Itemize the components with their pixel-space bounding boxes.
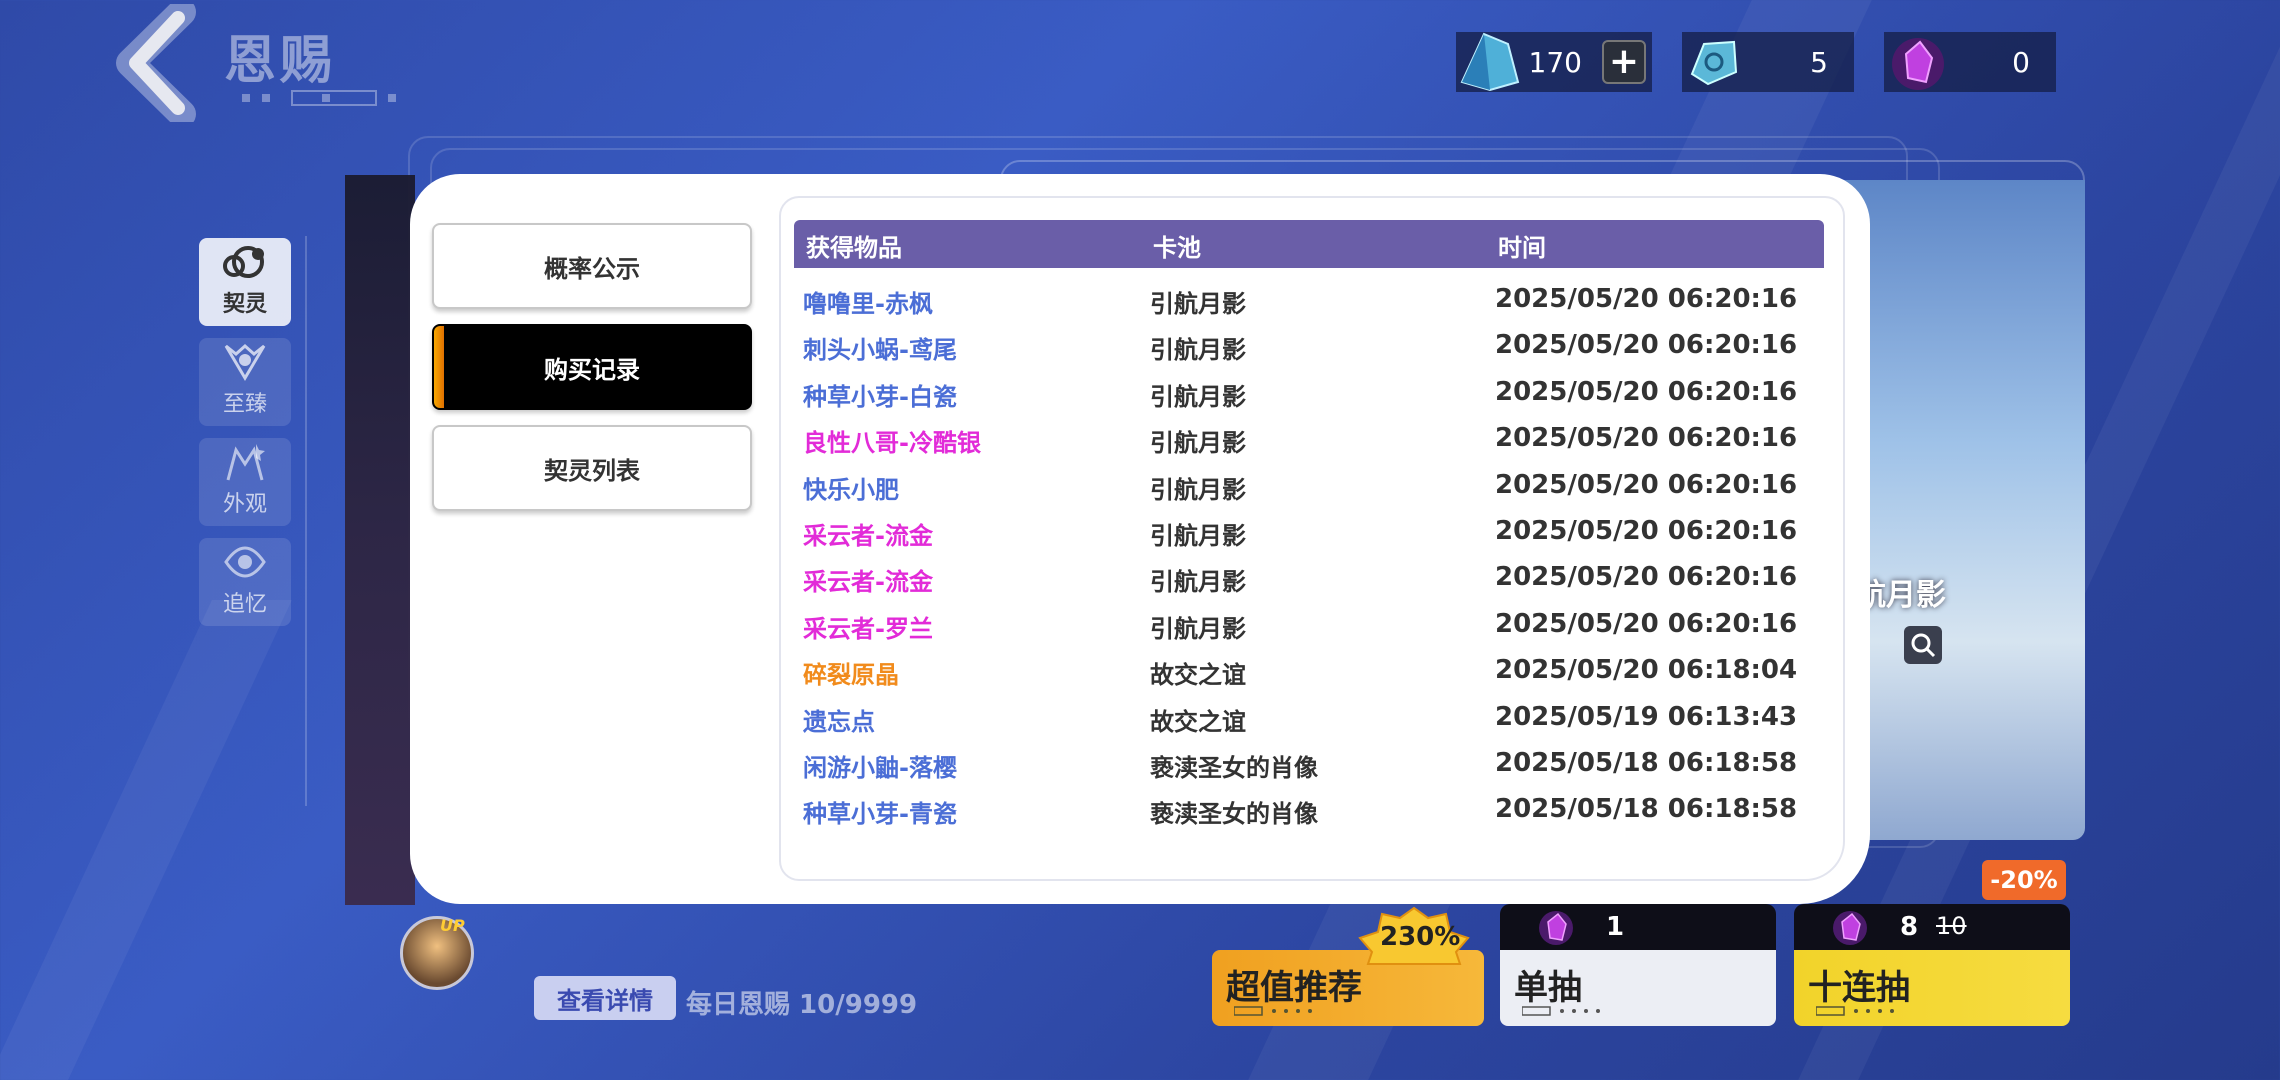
title-decoration xyxy=(242,90,396,106)
row-pool-name: 亵渎圣女的肖像 xyxy=(1150,754,1318,782)
row-item-name: 闲游小鼬-落樱 xyxy=(803,754,957,782)
row-time: 2025/05/20 06:18:04 xyxy=(1495,655,1798,686)
row-item-name: 种草小芽-白瓷 xyxy=(803,382,957,411)
row-pool-name: 引航月影 xyxy=(1150,614,1246,643)
row-time: 2025/05/20 06:20:16 xyxy=(1495,469,1798,500)
recommend-badge: 230% xyxy=(1380,922,1461,952)
row-time: 2025/05/20 06:20:16 xyxy=(1495,423,1798,454)
ten-pull-cost-value: 8 xyxy=(1900,912,1919,942)
table-row[interactable]: 良性八哥-冷酷银 引航月影 2025/05/20 06:20:16 xyxy=(0,423,2280,469)
shard-count: 5 xyxy=(1810,45,1828,79)
row-time: 2025/05/18 06:18:58 xyxy=(1495,794,1798,825)
row-item-name: 噜噜里-赤枫 xyxy=(803,290,933,318)
row-time: 2025/05/18 06:18:58 xyxy=(1495,748,1798,778)
table-row[interactable]: 种草小芽-白瓷 引航月影 2025/05/20 06:20:16 xyxy=(0,377,2280,423)
row-item-name: 刺头小蜗-鸢尾 xyxy=(803,336,957,365)
row-pool-name: 引航月影 xyxy=(1150,522,1246,550)
table-row[interactable]: 采云者-流金 引航月影 2025/05/20 06:20:16 xyxy=(0,562,2280,608)
table-row[interactable]: 种草小芽-青瓷 亵渎圣女的肖像 2025/05/18 06:18:58 xyxy=(0,794,2280,840)
blue-crystal-icon xyxy=(1460,32,1520,92)
table-row[interactable]: 采云者-罗兰 引航月影 2025/05/20 06:20:16 xyxy=(0,609,2280,655)
view-details-button[interactable]: 查看详情 xyxy=(534,976,676,1020)
row-pool-name: 引航月影 xyxy=(1150,568,1246,597)
row-pool-name: 故交之谊 xyxy=(1150,661,1246,690)
row-pool-name: 故交之谊 xyxy=(1150,707,1246,736)
add-crystal-button[interactable]: + xyxy=(1602,40,1646,84)
row-pool-name: 亵渎圣女的肖像 xyxy=(1150,800,1318,829)
row-time: 2025/05/20 06:20:16 xyxy=(1495,330,1798,361)
row-pool-name: 引航月影 xyxy=(1150,290,1246,318)
row-time: 2025/05/20 06:20:16 xyxy=(1495,608,1798,639)
table-header: 获得物品 卡池 时间 xyxy=(794,220,1824,268)
row-item-name: 采云者-罗兰 xyxy=(803,614,933,643)
table-row[interactable]: 刺头小蜗-鸢尾 引航月影 2025/05/20 06:20:16 xyxy=(0,330,2280,376)
crystal-count: 170 xyxy=(1528,45,1582,79)
row-time: 2025/05/19 06:13:43 xyxy=(1495,701,1798,732)
table-row[interactable]: 碎裂原晶 故交之谊 2025/05/20 06:18:04 xyxy=(0,655,2280,701)
row-item-name: 采云者-流金 xyxy=(803,568,933,597)
table-row[interactable]: 噜噜里-赤枫 引航月影 2025/05/20 06:20:16 xyxy=(0,284,2280,330)
header-pool: 卡池 xyxy=(1153,234,1201,262)
row-item-name: 良性八哥-冷酷银 xyxy=(803,429,981,458)
row-item-name: 种草小芽-青瓷 xyxy=(803,800,957,829)
pet-icon xyxy=(223,246,264,278)
row-item-name: 碎裂原晶 xyxy=(803,661,899,690)
decor-dots xyxy=(1816,1006,1894,1016)
table-row[interactable]: 采云者-流金 引航月影 2025/05/20 06:20:16 xyxy=(0,516,2280,562)
row-pool-name: 引航月影 xyxy=(1150,336,1246,365)
recommend-label: 超值推荐 xyxy=(1226,968,1362,1008)
table-row[interactable]: 遗忘点 故交之谊 2025/05/19 06:13:43 xyxy=(0,702,2280,748)
back-arrow-icon[interactable] xyxy=(112,4,202,122)
currency-crystal: 170 + xyxy=(1456,32,1652,92)
gem-count: 0 xyxy=(2012,45,2030,79)
purple-gem-icon xyxy=(1892,38,1944,90)
ten-pull-old-cost: 10 xyxy=(1936,912,1967,940)
single-pull-label: 单抽 xyxy=(1514,968,1582,1008)
currency-shard: 5 xyxy=(1682,32,1854,92)
row-time: 2025/05/20 06:20:16 xyxy=(1495,516,1798,546)
row-time: 2025/05/20 06:20:16 xyxy=(1495,562,1798,593)
blue-shard-icon xyxy=(1690,40,1738,86)
decor-dots xyxy=(1522,1006,1600,1016)
ten-pull-cost: 8 10 xyxy=(1794,904,2070,954)
single-pull-cost-value: 1 xyxy=(1606,912,1625,942)
row-pool-name: 引航月影 xyxy=(1150,475,1246,504)
table-row[interactable]: 闲游小鼬-落樱 亵渎圣女的肖像 2025/05/18 06:18:58 xyxy=(0,748,2280,794)
row-time: 2025/05/20 06:20:16 xyxy=(1495,376,1798,407)
discount-badge: -20% xyxy=(1982,860,2066,900)
daily-limit: 每日恩赐 10/9999 xyxy=(686,990,918,1020)
up-badge: UP xyxy=(440,916,465,935)
row-item-name: 快乐小肥 xyxy=(803,475,899,504)
purple-gem-icon xyxy=(1833,911,1867,945)
row-time: 2025/05/20 06:20:16 xyxy=(1495,284,1798,314)
header-item: 获得物品 xyxy=(806,234,902,262)
currency-gem: 0 xyxy=(1884,32,2056,92)
row-pool-name: 引航月影 xyxy=(1150,429,1246,458)
decor-dots xyxy=(1234,1006,1312,1016)
single-pull-button[interactable]: 单抽 xyxy=(1500,950,1776,1026)
page-title: 恩赐 xyxy=(224,31,337,91)
row-pool-name: 引航月影 xyxy=(1150,382,1246,411)
header-time: 时间 xyxy=(1498,234,1546,262)
row-item-name: 遗忘点 xyxy=(803,707,875,736)
single-pull-cost: 1 xyxy=(1500,904,1776,954)
purple-gem-icon xyxy=(1539,911,1573,945)
ten-pull-label: 十连抽 xyxy=(1808,968,1910,1008)
ten-pull-button[interactable]: 十连抽 xyxy=(1794,950,2070,1026)
table-row[interactable]: 快乐小肥 引航月影 2025/05/20 06:20:16 xyxy=(0,470,2280,516)
row-item-name: 采云者-流金 xyxy=(803,522,933,550)
